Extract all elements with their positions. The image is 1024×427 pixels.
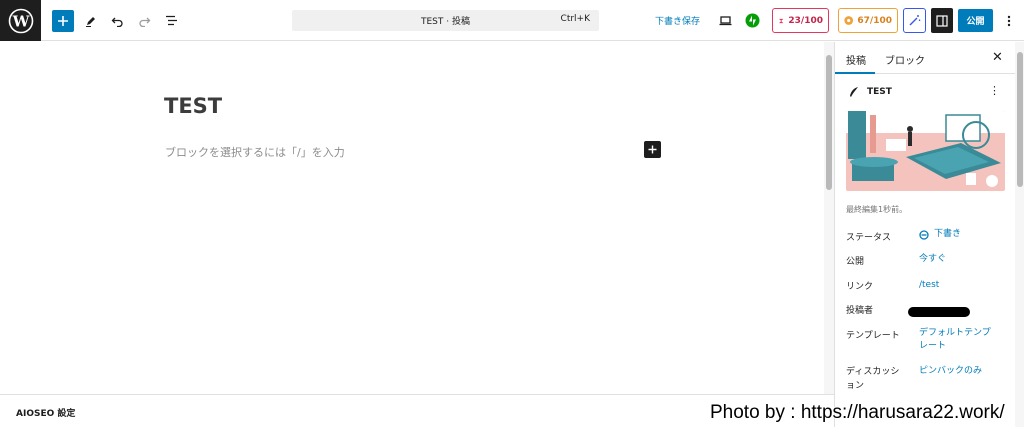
status-value[interactable]: 下書き xyxy=(919,228,961,241)
discussion-label: ディスカッション xyxy=(846,367,900,391)
wordpress-logo-icon[interactable]: W xyxy=(0,0,41,41)
last-edited-note: 最終編集1秒前。 xyxy=(846,205,908,214)
readability-score-button[interactable]: 67/100 xyxy=(838,8,898,33)
jetpack-icon[interactable] xyxy=(743,9,761,32)
sidebar-scroll-thumb[interactable] xyxy=(1017,52,1023,187)
block-inserter-button[interactable] xyxy=(644,141,661,158)
redo-icon[interactable] xyxy=(135,9,153,32)
tab-post[interactable]: 投稿 xyxy=(846,52,866,67)
pencil-icon[interactable] xyxy=(82,9,100,32)
command-palette-bar[interactable]: TEST · 投稿 Ctrl+K xyxy=(292,10,599,31)
settings-sidebar: 投稿 ブロック ✕ TEST ⋮ 最終編集1秒前。 ステータス 下書き 公開 今… xyxy=(834,42,1024,427)
template-value[interactable]: デフォルトテンプレート xyxy=(919,327,999,353)
author-label: 投稿者 xyxy=(846,306,874,316)
canvas-scroll-thumb[interactable] xyxy=(826,55,832,190)
wp-block-editor: W TEST · 投稿 Ctrl+K 下書き保存 23/100 67/100 公… xyxy=(0,0,1024,427)
draft-status-icon xyxy=(919,229,929,240)
publish-label: 公開 xyxy=(846,257,865,267)
status-value-text: 下書き xyxy=(934,229,962,239)
block-placeholder[interactable]: ブロックを選択するには「/」を入力 xyxy=(165,144,345,160)
isometric-illustration xyxy=(846,111,1005,191)
post-summary-title: TEST xyxy=(867,87,892,97)
photo-credit-watermark: Photo by : https://harusara22.work/ xyxy=(710,402,1005,423)
status-label: ステータス xyxy=(846,233,892,243)
post-title[interactable]: TEST xyxy=(164,94,222,118)
gear-score-icon xyxy=(844,16,854,25)
seo-score-value: 23/100 xyxy=(788,15,823,26)
post-actions-icon[interactable]: ⋮ xyxy=(989,84,1000,97)
feather-icon xyxy=(850,87,858,97)
settings-sidebar-toggle[interactable] xyxy=(931,8,953,33)
meta-box-bar[interactable]: AIOSEO 設定 xyxy=(0,394,834,427)
publish-button[interactable]: 公開 xyxy=(958,9,993,32)
command-title: TEST · 投稿 xyxy=(421,17,470,27)
preview-desktop-icon[interactable] xyxy=(716,9,734,32)
add-block-button[interactable] xyxy=(52,10,74,32)
sidebar-icon xyxy=(936,14,948,27)
tab-block[interactable]: ブロック xyxy=(885,52,925,67)
discussion-value[interactable]: ピンバックのみ xyxy=(919,365,982,378)
seo-score-icon xyxy=(778,17,784,24)
editor-canvas[interactable]: TEST ブロックを選択するには「/」を入力 xyxy=(0,42,824,394)
plus-icon xyxy=(648,145,657,154)
undo-icon[interactable] xyxy=(108,9,126,32)
more-options-icon[interactable] xyxy=(999,9,1019,32)
document-overview-icon[interactable] xyxy=(162,9,180,32)
save-draft-button[interactable]: 下書き保存 xyxy=(655,14,700,27)
author-value-redacted[interactable] xyxy=(908,307,970,317)
command-shortcut: Ctrl+K xyxy=(560,14,590,24)
magic-wand-icon[interactable] xyxy=(903,8,926,33)
publish-date-value[interactable]: 今すぐ xyxy=(919,253,946,266)
readability-score-value: 67/100 xyxy=(857,15,892,26)
link-label: リンク xyxy=(846,282,874,292)
aioseo-settings-label[interactable]: AIOSEO 設定 xyxy=(16,406,75,419)
close-icon[interactable]: ✕ xyxy=(992,50,1003,65)
featured-image[interactable] xyxy=(846,111,1005,191)
sidebar-tabs: 投稿 ブロック ✕ xyxy=(835,42,1015,74)
seo-score-button[interactable]: 23/100 xyxy=(772,8,829,33)
svg-text:W: W xyxy=(11,12,30,30)
editor-toolbar: W TEST · 投稿 Ctrl+K 下書き保存 23/100 67/100 公… xyxy=(0,0,1024,41)
template-label: テンプレート xyxy=(846,331,900,341)
active-tab-indicator xyxy=(835,72,875,74)
link-value[interactable]: /test xyxy=(919,279,939,292)
